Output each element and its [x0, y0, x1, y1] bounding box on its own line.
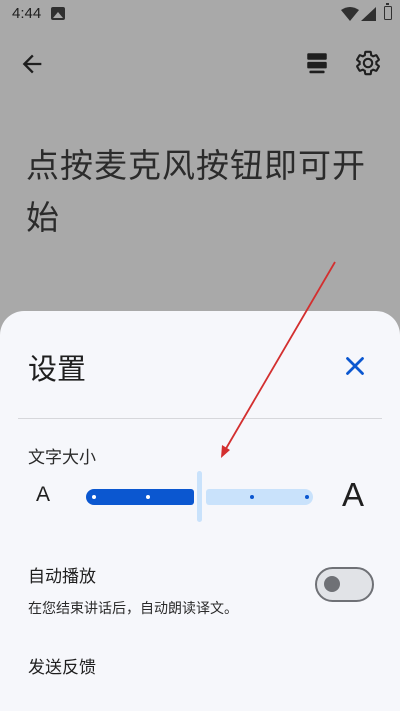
gallery-icon	[51, 7, 65, 20]
signal-icon	[361, 7, 376, 21]
auto-play-description: 在您结束讲话后，自动朗读译文。	[28, 601, 238, 617]
auto-play-label: 自动播放	[28, 567, 96, 587]
text-size-slider[interactable]	[86, 471, 316, 522]
close-icon[interactable]	[340, 351, 370, 381]
sheet-title: 设置	[28, 352, 87, 386]
large-text-glyph: A	[342, 476, 365, 513]
slider-tick	[250, 495, 254, 499]
status-bar: 4:44	[0, 0, 400, 28]
divider	[18, 418, 382, 419]
slider-tick	[146, 495, 150, 499]
status-time: 4:44	[12, 5, 42, 22]
text-size-label: 文字大小	[28, 448, 96, 468]
settings-sheet: 设置 文字大小 A A 自动播放 在您结束讲话后，自动朗读译文。 发送反馈	[0, 311, 400, 711]
send-feedback-item[interactable]: 发送反馈	[28, 653, 96, 678]
slider-tick	[92, 495, 96, 499]
transcript-icon[interactable]	[304, 50, 330, 76]
wifi-icon	[341, 7, 359, 21]
settings-icon[interactable]	[354, 49, 382, 77]
battery-icon	[384, 3, 392, 20]
auto-play-toggle[interactable]	[315, 567, 374, 602]
slider-inactive-track	[206, 489, 313, 505]
back-icon[interactable]	[18, 50, 46, 78]
slider-active-track	[86, 489, 194, 505]
slider-handle[interactable]	[197, 471, 202, 522]
app-bar	[0, 40, 400, 86]
mic-prompt-text: 点按麦克风按钮即可开始	[26, 146, 366, 237]
slider-tick	[305, 495, 309, 499]
small-text-glyph: A	[36, 483, 51, 506]
toggle-knob	[324, 576, 340, 592]
